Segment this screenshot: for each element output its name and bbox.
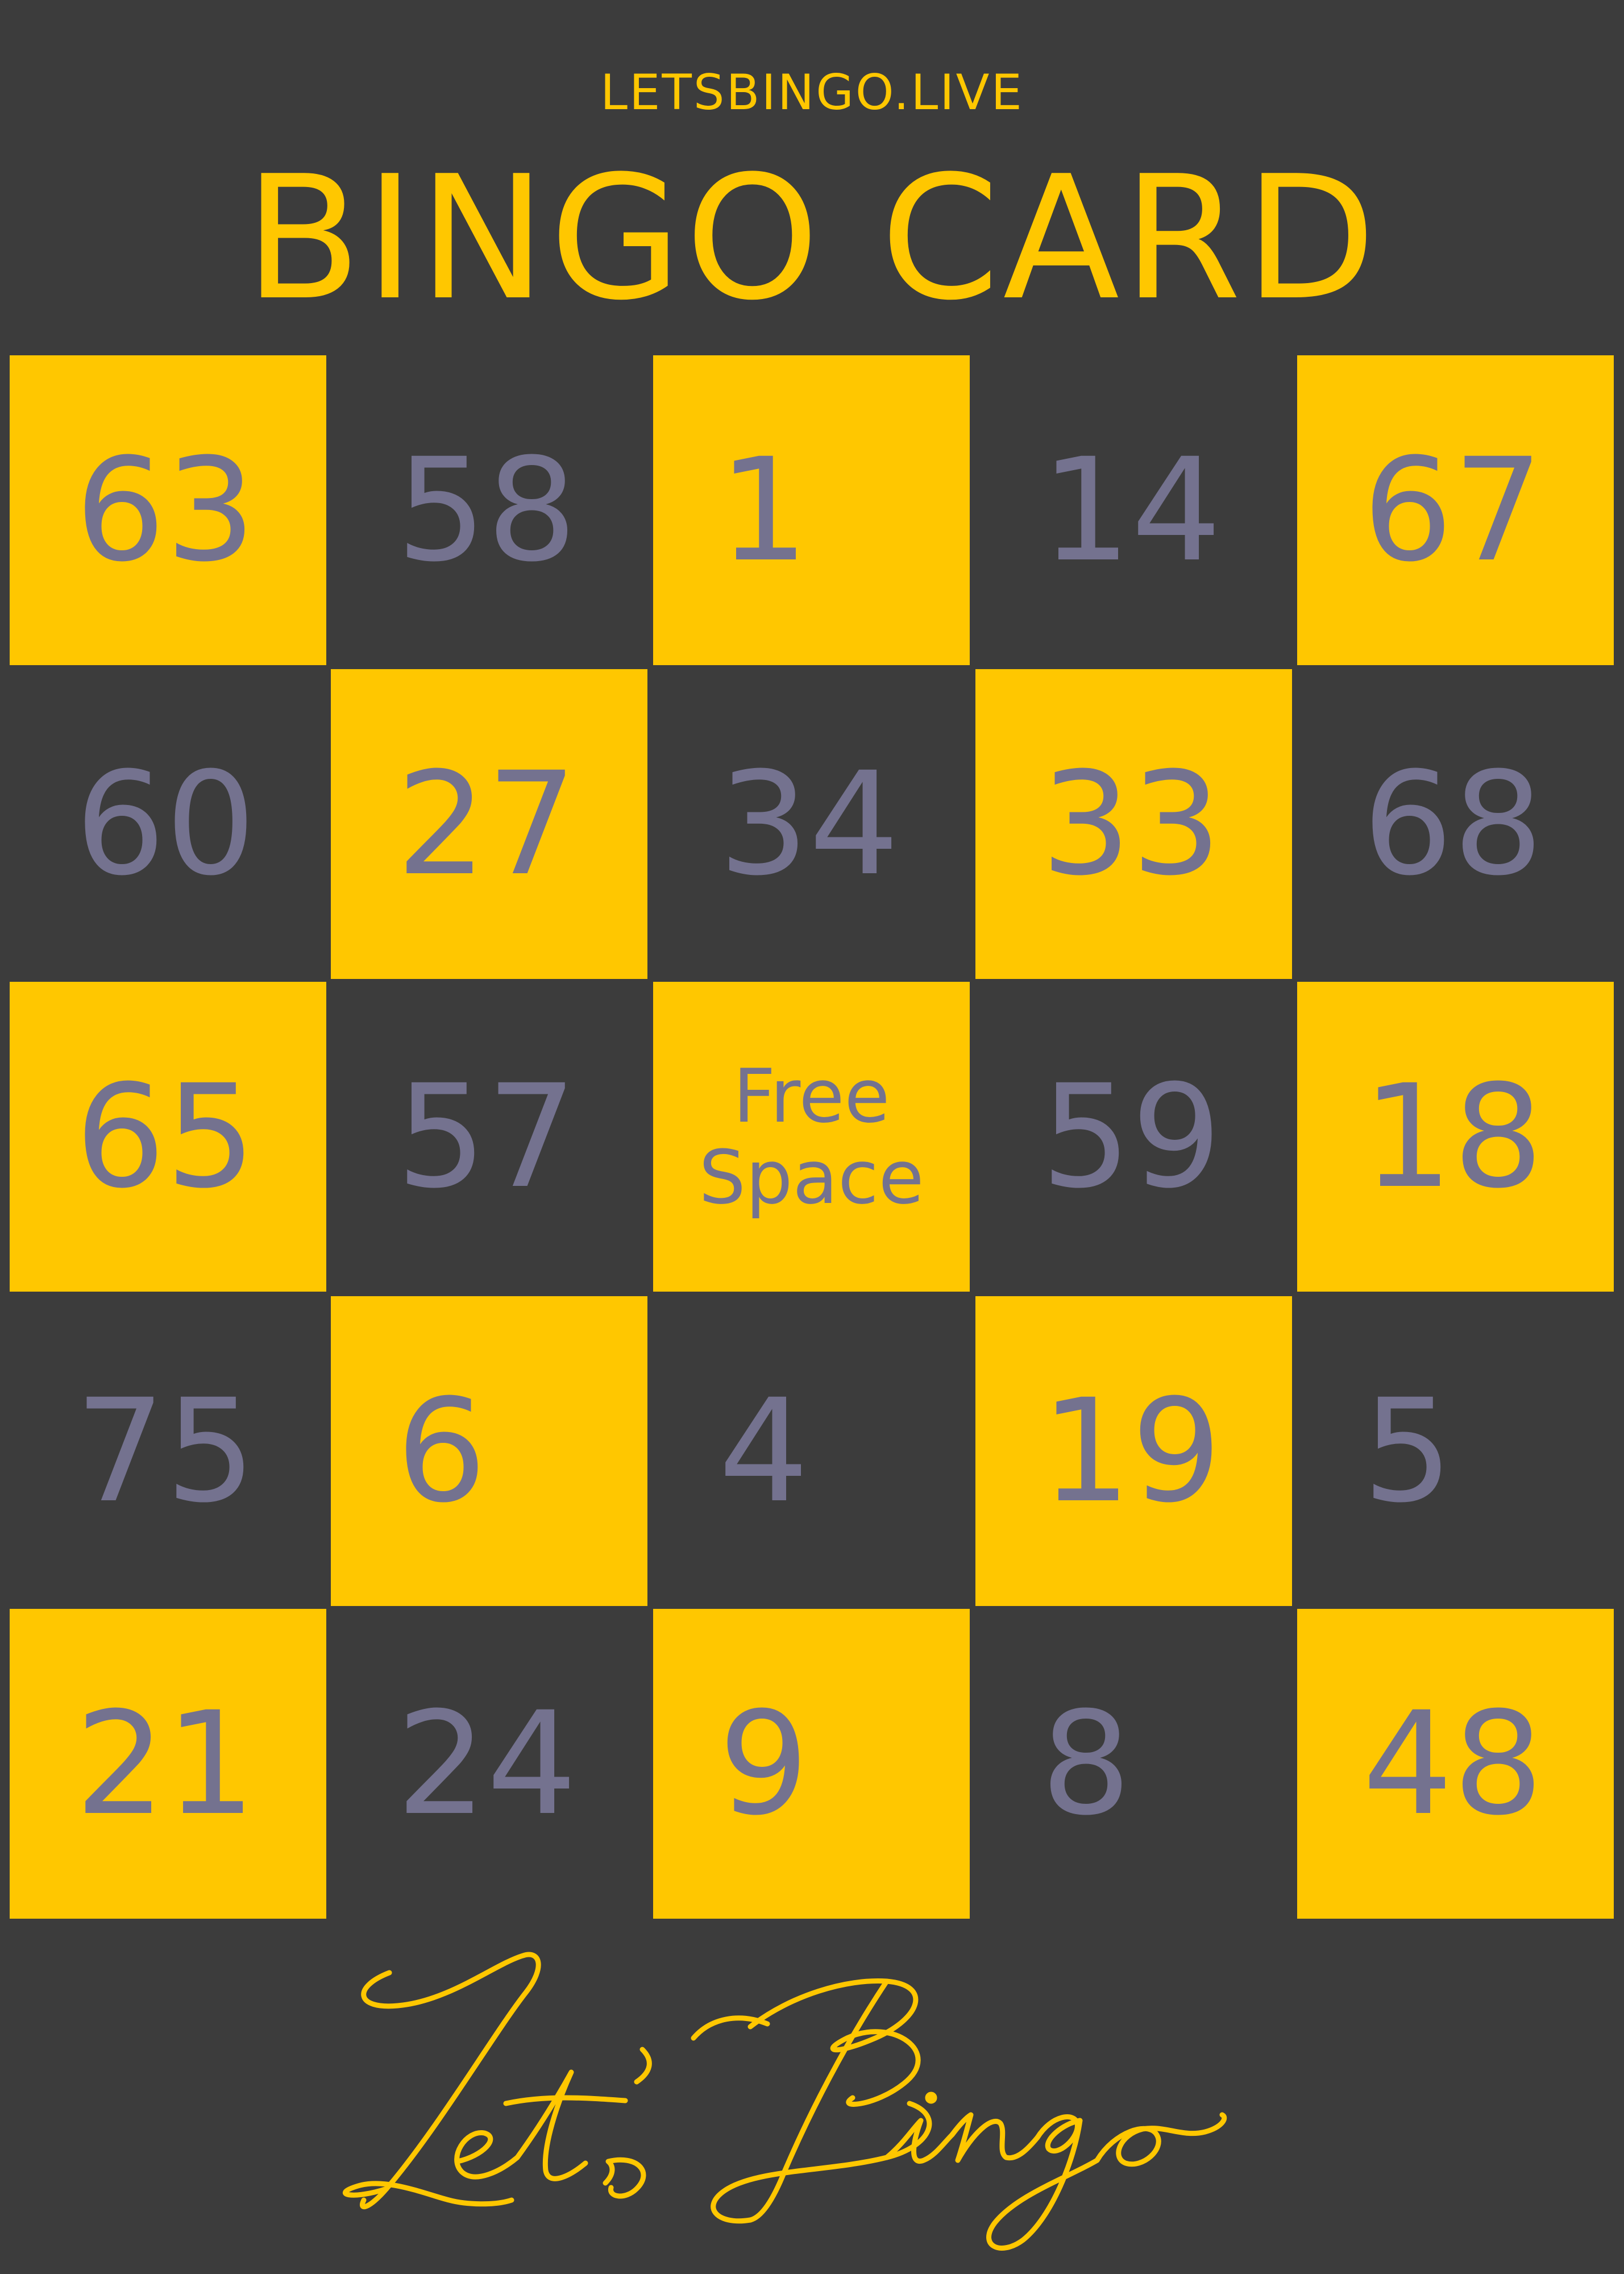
bingo-number: 67	[1363, 428, 1544, 593]
bingo-cell[interactable]: 60	[10, 669, 326, 979]
bingo-cell[interactable]: 67	[1297, 355, 1614, 665]
bingo-number: 6	[396, 1368, 487, 1534]
bingo-cell[interactable]: 68	[1297, 669, 1614, 979]
bingo-cell[interactable]: 8	[975, 1609, 1292, 1919]
bingo-cell[interactable]: 19	[975, 1296, 1292, 1606]
bingo-cell[interactable]: 59	[975, 982, 1292, 1292]
bingo-cell[interactable]: 1	[653, 355, 970, 665]
bingo-grid: 63 58 1 14 67 60 27 34 33 68 65 57 Free …	[0, 0, 1624, 1933]
bingo-number: 68	[1363, 741, 1544, 907]
bingo-number: 8	[1041, 1681, 1132, 1846]
bingo-number: 48	[1363, 1681, 1544, 1846]
bingo-cell[interactable]: 33	[975, 669, 1292, 979]
bingo-number: 4	[718, 1368, 809, 1534]
bingo-cell[interactable]: 75	[10, 1296, 326, 1606]
free-space-cell[interactable]: Free Space	[653, 982, 970, 1292]
bingo-cell[interactable]: 14	[975, 355, 1292, 665]
bingo-number: 5	[1363, 1368, 1453, 1534]
bingo-number: 24	[396, 1681, 578, 1846]
bingo-number: 18	[1363, 1054, 1544, 1219]
bingo-cell[interactable]: 4	[653, 1296, 970, 1606]
bingo-number: 14	[1041, 428, 1222, 593]
bingo-number: 34	[718, 741, 900, 907]
bingo-cell[interactable]: 5	[1297, 1296, 1614, 1606]
bingo-cell[interactable]: 18	[1297, 982, 1614, 1292]
lets-bingo-signature	[342, 1952, 1227, 2251]
free-space-label: Free Space	[653, 982, 970, 1292]
bingo-cell[interactable]: 9	[653, 1609, 970, 1919]
bingo-number: 60	[75, 741, 256, 907]
bingo-number: 75	[75, 1368, 256, 1534]
bingo-cell[interactable]: 65	[10, 982, 326, 1292]
bingo-cell[interactable]: 21	[10, 1609, 326, 1919]
bingo-cell[interactable]: 57	[331, 982, 647, 1292]
bingo-number: 59	[1041, 1054, 1222, 1219]
bingo-number: 9	[718, 1681, 809, 1846]
bingo-cell[interactable]: 24	[331, 1609, 647, 1919]
free-space-line-2: Space	[699, 1134, 924, 1221]
bingo-cell[interactable]: 58	[331, 355, 647, 665]
bingo-cell[interactable]: 6	[331, 1296, 647, 1606]
bingo-cell[interactable]: 48	[1297, 1609, 1614, 1919]
bingo-number: 33	[1041, 741, 1222, 907]
bingo-number: 58	[396, 428, 578, 593]
bingo-number: 27	[396, 741, 578, 907]
bingo-number: 19	[1041, 1368, 1222, 1534]
bingo-cell[interactable]: 63	[10, 355, 326, 665]
bingo-cell[interactable]: 27	[331, 669, 647, 979]
bingo-number: 63	[75, 428, 256, 593]
free-space-line-1: Free	[733, 1052, 890, 1139]
bingo-number: 57	[396, 1054, 578, 1219]
bingo-number: 65	[75, 1054, 256, 1219]
bingo-cell[interactable]: 34	[653, 669, 970, 979]
bingo-number: 1	[718, 428, 809, 593]
bingo-number: 21	[75, 1681, 256, 1846]
